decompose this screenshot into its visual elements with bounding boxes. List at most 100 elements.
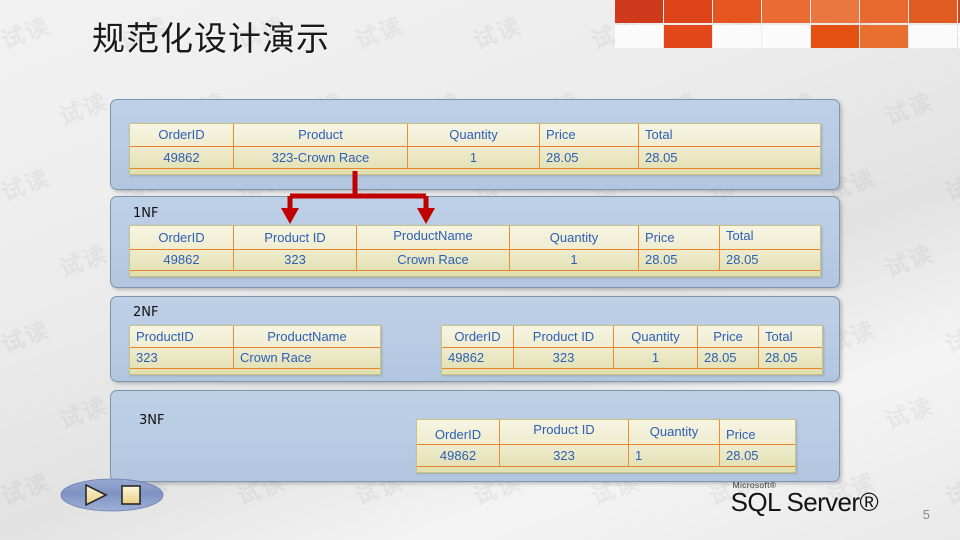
table-cell: 1	[614, 347, 698, 368]
ribbon-tile	[909, 0, 957, 23]
panel-label-1nf: 1NF	[133, 206, 159, 221]
decorative-ribbon	[615, 0, 960, 48]
table-cell: 28.05	[698, 347, 759, 368]
watermark-text: 试读	[942, 165, 960, 207]
ribbon-tile	[762, 24, 810, 48]
controls-backplate	[60, 478, 164, 512]
table-header-row: OrderID Product ID Quantity Price Total	[442, 326, 822, 348]
watermark-text: 试读	[0, 469, 54, 511]
page-title: 规范化设计演示	[92, 19, 330, 58]
column-header: Price	[639, 226, 720, 249]
table-footer-strip	[130, 169, 820, 174]
table-cell: Crown Race	[240, 350, 312, 366]
table-3nf-order: OrderID Product ID Quantity Price 49862 …	[416, 419, 796, 473]
table-footer-strip	[442, 369, 822, 374]
table-cell: 28.05	[765, 350, 798, 366]
table-footer-strip	[130, 369, 380, 374]
column-header: Quantity	[614, 326, 698, 347]
ribbon-tile	[811, 24, 859, 48]
ribbon-tile	[762, 0, 810, 23]
watermark-text: 试读	[56, 241, 112, 283]
table-cell: 323	[514, 347, 614, 368]
table-cell: 28.05	[639, 249, 720, 270]
stop-button[interactable]	[121, 485, 141, 505]
table-row: 49862 323 1 28.05	[417, 444, 795, 467]
table-cell: 49862	[442, 347, 514, 368]
table-row: 49862 323 Crown Race 1 28.05 28.05	[130, 249, 820, 271]
column-header: ProductID	[130, 326, 234, 347]
column-header: OrderID	[130, 226, 234, 249]
column-header: Quantity	[629, 420, 720, 444]
column-header: ProductName	[357, 226, 510, 249]
ribbon-tile	[615, 0, 663, 23]
watermark-text: 试读	[0, 317, 54, 359]
column-header: ProductName	[267, 328, 347, 344]
column-header: Price	[540, 124, 639, 146]
column-header: Product	[234, 124, 408, 146]
ribbon-tile	[664, 24, 712, 48]
table-cell: 323	[500, 444, 629, 466]
table-cell: 323	[234, 249, 357, 270]
ribbon-tile	[909, 24, 957, 48]
column-header: Quantity	[408, 124, 540, 146]
watermark-text: 试读	[942, 317, 960, 359]
ribbon-tile	[860, 24, 908, 48]
column-header: Total	[645, 127, 673, 143]
page-number: 5	[922, 507, 930, 522]
table-1nf: OrderID Product ID ProductName Quantity …	[129, 225, 821, 277]
table-cell: 28.05	[645, 149, 678, 165]
table-cell: 323	[130, 347, 234, 368]
table-2nf-order: OrderID Product ID Quantity Price Total …	[441, 325, 823, 375]
watermark-text: 试读	[882, 393, 938, 435]
table-cell: 1	[510, 249, 639, 270]
table-header-row: OrderID Product ID ProductName Quantity …	[130, 226, 820, 250]
watermark-text: 试读	[882, 241, 938, 283]
column-header: OrderID	[417, 420, 500, 444]
table-unnormalized: OrderID Product Quantity Price Total 498…	[129, 123, 821, 175]
watermark-text: 试读	[0, 165, 54, 207]
ribbon-tile	[664, 0, 712, 23]
table-cell: 49862	[417, 444, 500, 466]
table-header-row: OrderID Product ID Quantity Price	[417, 420, 795, 445]
table-cell: 323-Crown Race	[234, 146, 408, 168]
watermark-text: 试读	[942, 469, 960, 511]
panel-2nf: 2NF ProductID ProductName 323 Crown Race…	[110, 296, 840, 382]
table-cell: Crown Race	[357, 249, 510, 270]
table-cell: 49862	[130, 249, 234, 270]
watermark-text: 试读	[0, 13, 54, 55]
table-cell: 49862	[130, 146, 234, 168]
table-header-row: OrderID Product Quantity Price Total	[130, 124, 820, 147]
playback-controls[interactable]	[60, 477, 165, 513]
table-cell: 1	[408, 146, 540, 168]
panel-unnormalized: OrderID Product Quantity Price Total 498…	[110, 99, 840, 190]
logo-product: SQL Server®	[730, 487, 879, 517]
watermark-text: 试读	[470, 13, 526, 55]
table-row: 49862 323-Crown Race 1 28.05 28.05	[130, 146, 820, 169]
ribbon-tile	[811, 0, 859, 23]
column-header: OrderID	[130, 124, 234, 146]
ribbon-tile	[860, 0, 908, 23]
column-header: Product ID	[500, 420, 629, 444]
table-footer-strip	[130, 271, 820, 276]
column-header: Product ID	[514, 326, 614, 347]
table-cell: 28.05	[540, 146, 639, 168]
column-header: OrderID	[442, 326, 514, 347]
table-cell: 28.05	[726, 252, 759, 268]
table-2nf-product: ProductID ProductName 323 Crown Race	[129, 325, 381, 375]
panel-label-2nf: 2NF	[133, 305, 159, 320]
table-cell: 1	[629, 444, 720, 466]
watermark-text: 试读	[56, 89, 112, 131]
ribbon-tile	[615, 24, 663, 48]
column-header: Price	[726, 426, 756, 442]
column-header: Quantity	[510, 226, 639, 249]
column-header: Price	[698, 326, 759, 347]
watermark-text: 试读	[352, 13, 408, 55]
panel-label-3nf: 3NF	[139, 413, 165, 428]
ribbon-tile	[713, 0, 761, 23]
ribbon-tile	[713, 24, 761, 48]
column-header: Total	[726, 228, 754, 243]
table-footer-strip	[417, 467, 795, 472]
panel-3nf: 3NF OrderID Product ID Quantity Price 49…	[110, 390, 840, 482]
panel-1nf: 1NF OrderID Product ID ProductName Quant…	[110, 196, 840, 288]
table-header-row: ProductID ProductName	[130, 326, 380, 348]
